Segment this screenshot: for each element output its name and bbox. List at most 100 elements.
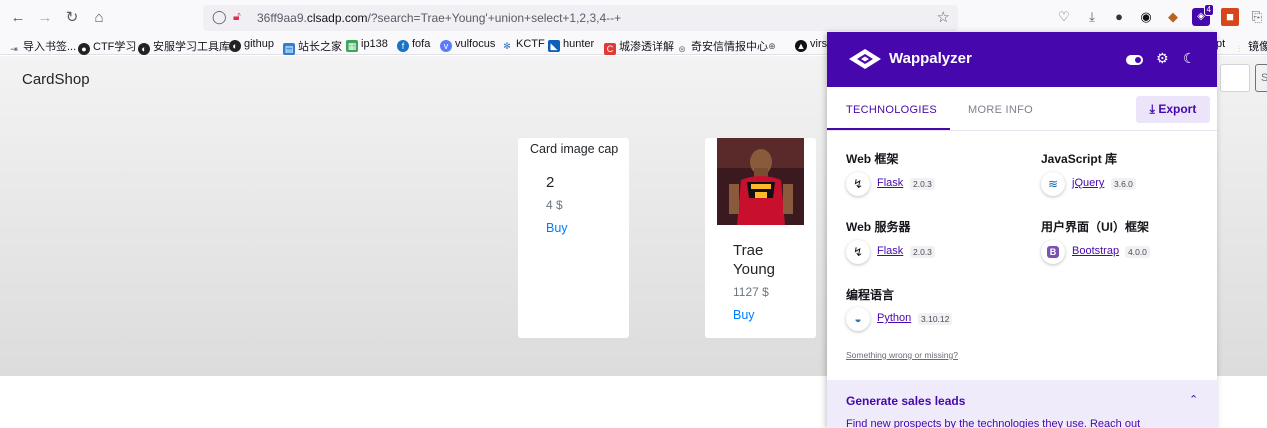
address-bar[interactable]: ◯ 🔓︎ 36ff9aa9.clsadp.com/?search=Trae+Yo… [203,5,958,31]
card-title: Trae Young [733,242,775,278]
url-path: /?search=Trae+Young'+union+select+1,2,3,… [367,11,622,25]
fofa-icon: f [397,40,409,52]
technology-version: 3.10.12 [918,313,953,325]
reload-icon[interactable]: ↻ [62,8,82,28]
extension-badge: 4 [1203,4,1214,16]
github-icon: ◐ [138,43,150,55]
back-arrow-icon[interactable]: ← [8,8,28,28]
pocket-icon[interactable]: ♡ [1055,8,1073,26]
wappalyzer-header: Wappalyzer ⚙ ☾ [827,32,1217,87]
ctf-icon: ● [78,43,90,55]
flask-icon: ↯ [846,240,870,264]
card-image-alt: Card image cap [530,142,619,156]
bookmark-anfu[interactable]: ◐ 安服学习工具库 [138,38,230,55]
tab-technologies[interactable]: TECHNOLOGIES [846,104,937,116]
bookmark-pentest[interactable]: C 城渗透详解 [604,38,674,55]
active-tab-indicator [827,128,950,130]
bookmark-ctf[interactable]: ● CTF学习 [78,38,136,55]
card-price: 4 $ [546,198,563,212]
technology-version: 2.0.3 [910,178,935,190]
import-icon: ⇥ [10,44,18,54]
bookmark-qianxin[interactable]: ⊛ 奇安信情报中心 [676,38,768,55]
player-photo-graphic [717,138,804,225]
category-heading: Web 框架 [846,152,899,166]
bookmark-vulfocus[interactable]: v vulfocus [440,38,495,52]
bookmark-hunter[interactable]: ◣ hunter [548,38,594,52]
bookmark-pt[interactable]: pt [1216,38,1225,50]
technology-link[interactable]: Flask [877,245,903,257]
technology-version: 2.0.3 [910,246,935,258]
wappalyzer-extension-icon[interactable]: ◈ 4 [1192,4,1214,26]
cookie-extension-icon[interactable]: ◆ [1164,8,1182,26]
ip138-icon: ▦ [346,40,358,52]
kctf-icon: ✻ [503,41,511,51]
product-card: Card image cap 2 4 $ Buy [518,138,629,338]
wappalyzer-logo-icon [849,49,881,69]
vulfocus-icon: v [440,40,452,52]
sales-leads-section[interactable]: Generate sales leads ⌃ Find new prospect… [827,380,1217,428]
tab-more-info[interactable]: MORE INFO [968,104,1033,116]
browser-toolbar: ← → ↻ ⌂ ◯ 🔓︎ 36ff9aa9.clsadp.com/?search… [0,0,1267,36]
bookmark-chinaz[interactable]: ▤ 站长之家 [283,38,342,55]
bookmark-githup[interactable]: ◐ githup [229,38,274,52]
report-issue-link[interactable]: Something wrong or missing? [846,350,958,360]
home-icon[interactable]: ⌂ [89,8,109,28]
bookmark-virs[interactable]: ▲ virs [795,38,827,52]
dark-mode-moon-icon[interactable]: ☾ [1183,50,1196,67]
technology-version: 3.6.0 [1111,178,1136,190]
buy-link[interactable]: Buy [733,308,755,322]
url-text[interactable]: 36ff9aa9.clsadp.com/?search=Trae+Young'+… [257,11,621,25]
qianxin-icon: ⊛ [678,44,686,54]
technology-version: 4.0.0 [1125,246,1150,258]
url-prefix: 36ff9aa9. [257,11,307,25]
product-card: Trae Young 1127 $ Buy [705,138,816,338]
extensions-menu-icon[interactable]: ⎘ [1248,8,1266,26]
technology-link[interactable]: Bootstrap [1072,245,1119,257]
technology-link[interactable]: Flask [877,177,903,189]
search-button[interactable]: S [1255,64,1267,92]
hunter-icon: ◣ [548,40,560,52]
bookmark-ip138[interactable]: ▦ ip138 [346,38,388,52]
technology-link[interactable]: Python [877,312,911,324]
url-host: clsadp.com [306,11,368,25]
wappalyzer-tabs: TECHNOLOGIES MORE INFO ⤓ Export [827,87,1217,131]
wappalyzer-popup: Wappalyzer ⚙ ☾ TECHNOLOGIES MORE INFO ⤓ … [827,32,1217,428]
bookmark-globe[interactable]: ⊕ [766,38,781,52]
circle-extension-icon[interactable]: ◉ [1137,8,1155,26]
bookmark-kctf[interactable]: ✻ KCTF [501,38,545,52]
technology-link[interactable]: jQuery [1072,177,1104,189]
card-title: 2 [546,174,555,191]
settings-gear-icon[interactable]: ⚙ [1156,50,1169,67]
search-input[interactable] [1220,64,1250,92]
enable-toggle[interactable] [1126,55,1143,65]
leads-title[interactable]: Generate sales leads [846,394,965,408]
info-extension-icon[interactable]: ● [1110,8,1128,26]
bookmark-mirror[interactable]: ⫶ 镜像 [1233,38,1267,55]
mirror-icon: ⫶ [1237,44,1241,54]
bootstrap-b-icon: B [1047,246,1059,258]
forward-arrow-icon[interactable]: → [35,8,55,28]
orange-extension-icon[interactable]: ■ [1221,8,1239,26]
chevron-up-icon[interactable]: ⌃ [1189,393,1198,406]
leads-description: Find new prospects by the technologies t… [846,418,1141,428]
c-icon: C [604,43,616,55]
buy-link[interactable]: Buy [546,221,568,235]
category-heading: 用户界面（UI）框架 [1041,220,1150,234]
category-heading: 编程语言 [846,288,895,302]
bookmark-fofa[interactable]: f fofa [397,38,430,52]
tracking-shield-icon[interactable]: ◯ [212,9,227,25]
bookmark-import[interactable]: ⇥ 导入书签... [8,38,76,55]
jquery-icon: ≋ [1041,172,1065,196]
chinaz-icon: ▤ [283,43,295,55]
downloads-icon[interactable]: ⤓ [1083,8,1101,26]
export-button[interactable]: ⤓ Export [1136,96,1210,123]
wappalyzer-title: Wappalyzer [889,50,972,67]
github-icon: ◐ [229,40,241,52]
card-price: 1127 $ [733,285,769,299]
python-icon: ◒ [846,307,870,331]
brand-title[interactable]: CardShop [22,71,90,88]
bookmark-star-icon[interactable]: ☆ [937,8,950,26]
flask-icon: ↯ [846,172,870,196]
category-heading: JavaScript 库 [1041,152,1118,166]
insecure-lock-icon[interactable]: 🔓︎ [233,9,241,24]
